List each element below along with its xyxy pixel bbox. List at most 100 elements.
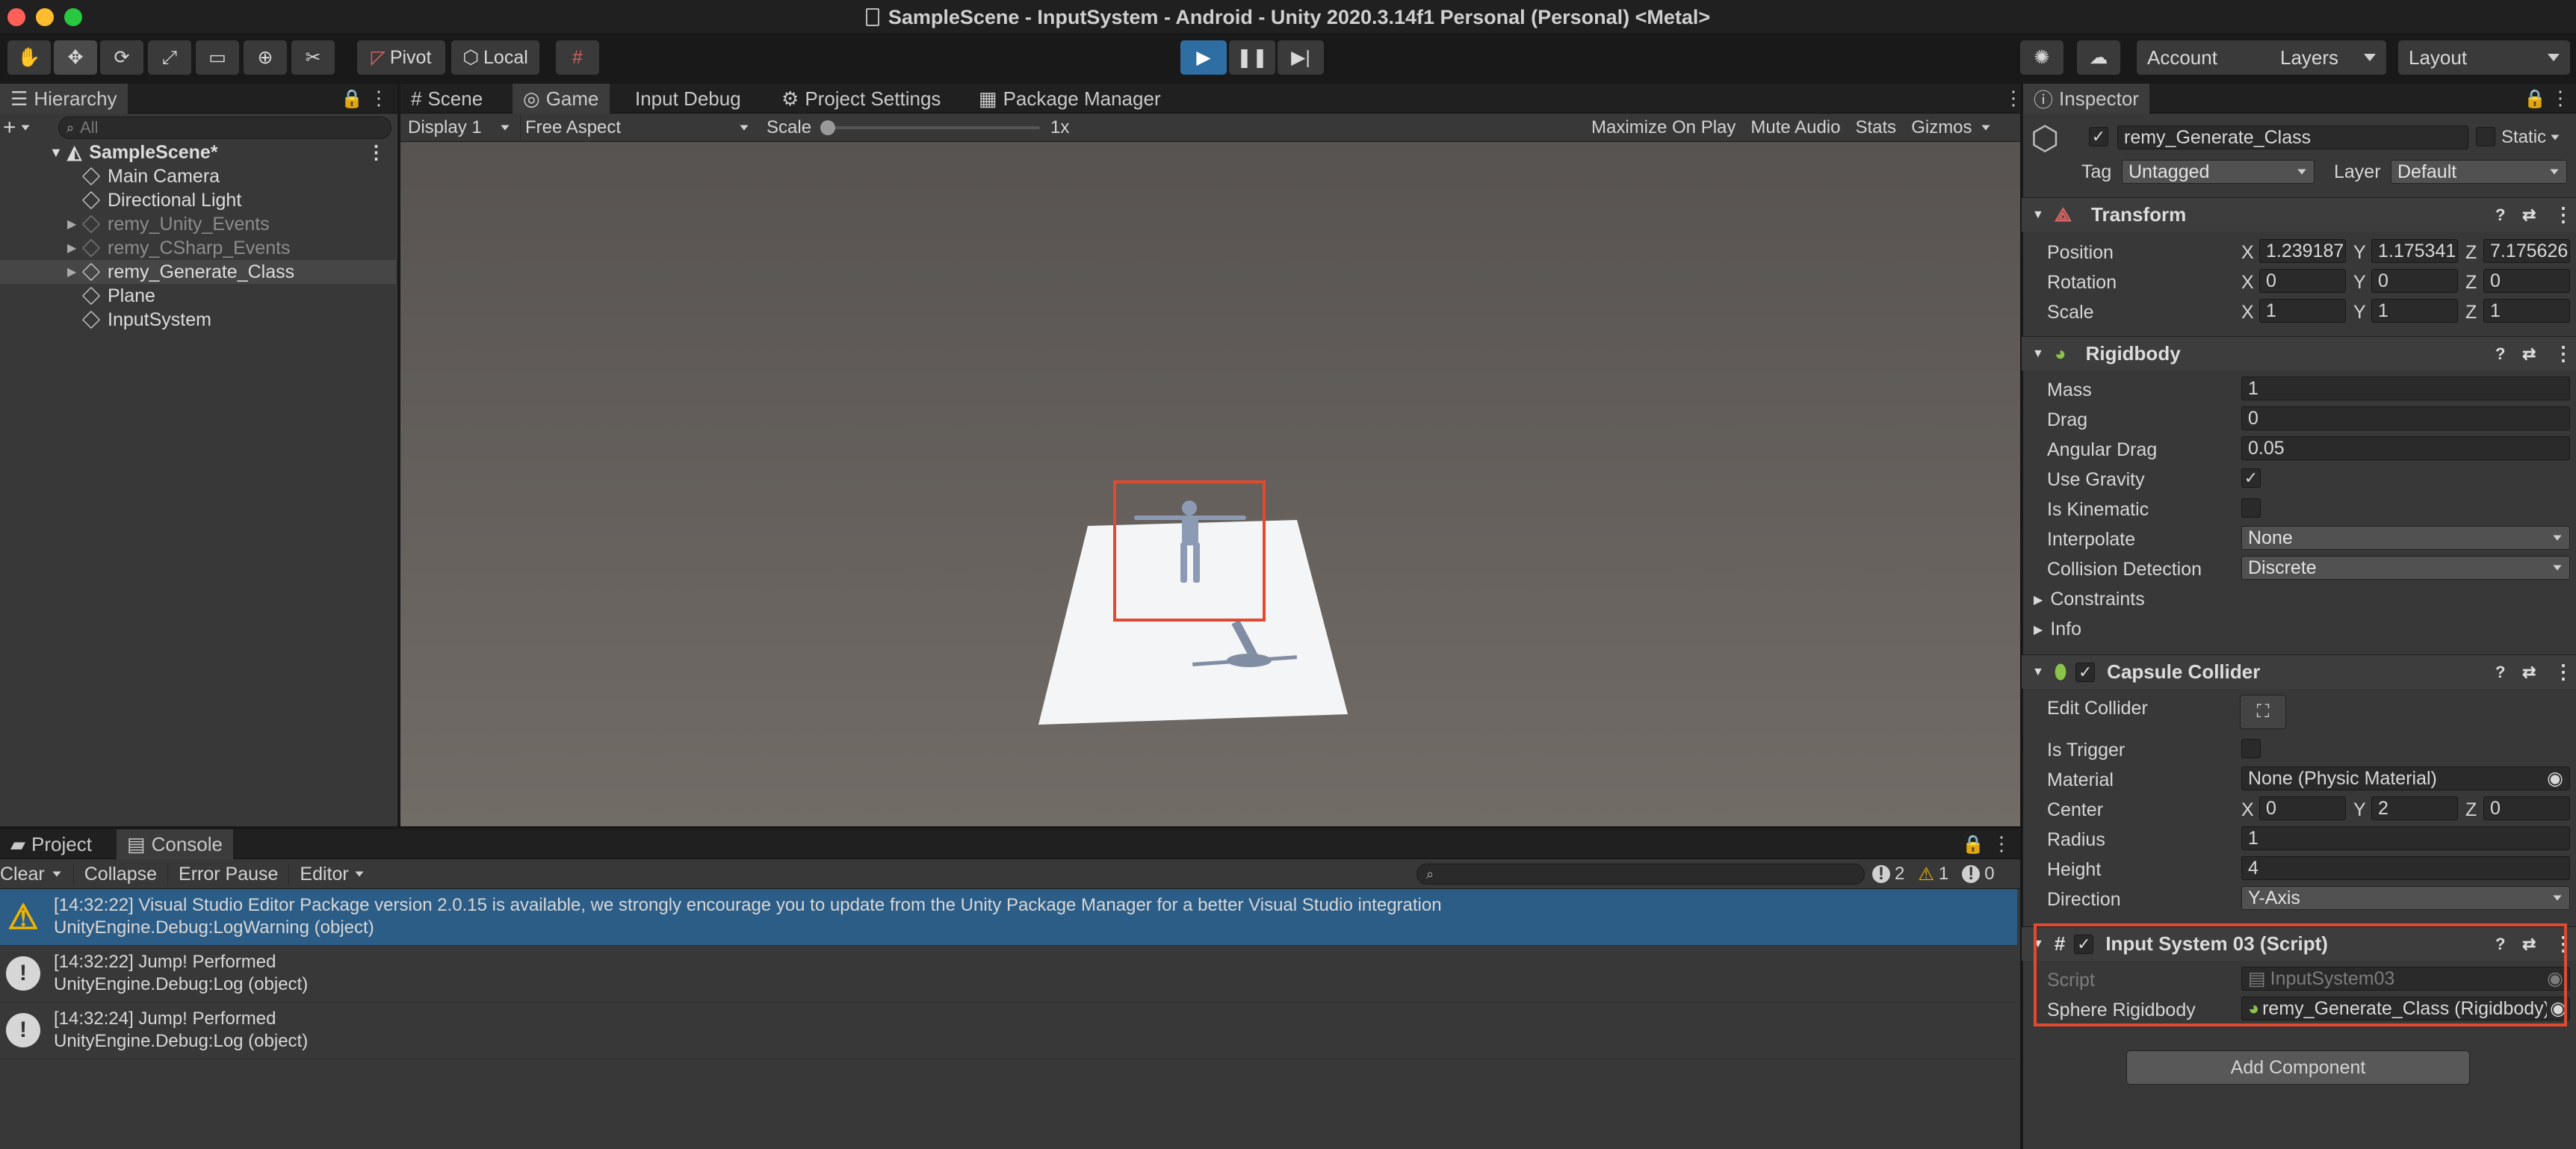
tab-project[interactable]: ▰ Project xyxy=(0,829,102,859)
static-checkbox[interactable] xyxy=(2476,127,2495,146)
scale-y-field[interactable]: 1 xyxy=(2371,299,2458,323)
rigidbody-header[interactable]: ▼ ◕ Rigidbody ? ⇄ ⋮ xyxy=(2022,336,2576,371)
chevron-down-icon[interactable] xyxy=(355,871,364,877)
transform-tool-button[interactable]: ⊕ xyxy=(244,40,287,75)
object-picker-icon[interactable]: ◉ xyxy=(2547,767,2563,790)
center-y-field[interactable]: 2 xyxy=(2371,796,2458,820)
help-icon[interactable]: ? xyxy=(2495,205,2505,225)
tab-package-manager[interactable]: ▦ Package Manager xyxy=(968,84,1171,114)
warning-count-toggle[interactable]: ⚠ 1 xyxy=(1918,864,1948,885)
presets-icon[interactable]: ⇄ xyxy=(2522,344,2536,364)
component-menu-icon[interactable]: ⋮ xyxy=(2554,203,2573,226)
scale-tool-button[interactable]: ⤢ xyxy=(148,40,191,75)
add-component-button[interactable]: Add Component xyxy=(2126,1050,2470,1085)
position-x-field[interactable]: 1.239187 xyxy=(2259,239,2346,263)
collab-button[interactable]: ✺ xyxy=(2020,40,2063,75)
cloud-button[interactable]: ☁ xyxy=(2077,40,2120,75)
pivot-toggle[interactable]: ◸ Pivot xyxy=(357,40,445,75)
collision-detection-dropdown[interactable]: Discrete xyxy=(2241,556,2570,580)
console-entry[interactable]: ! [14:32:22] Jump! Performed UnityEngine.D… xyxy=(0,946,2017,1003)
layers-dropdown[interactable]: Layers xyxy=(2270,40,2386,75)
move-tool-button[interactable]: ✥ xyxy=(54,40,97,75)
layout-dropdown[interactable]: Layout xyxy=(2398,40,2570,75)
error-pause-toggle[interactable]: Error Pause xyxy=(167,863,288,885)
chevron-down-icon[interactable] xyxy=(52,871,61,877)
maximize-on-play-toggle[interactable]: Maximize On Play xyxy=(1584,117,1743,138)
tab-project-settings[interactable]: ⚙ Project Settings xyxy=(771,84,951,114)
transform-header[interactable]: ▼ ⟁ Transform ? ⇄ ⋮ xyxy=(2022,197,2576,232)
edit-collider-button[interactable]: ⛶ xyxy=(2240,695,2286,729)
lock-icon[interactable]: 🔒 xyxy=(1962,834,1984,855)
scene-menu-icon[interactable]: ⋮ xyxy=(367,141,386,164)
console-entry[interactable]: ⚠ [14:32:22] Visual Studio Editor Package… xyxy=(0,889,2017,946)
log-count-toggle[interactable]: ! 2 xyxy=(1872,864,1904,885)
kebab-menu-icon[interactable]: ⋮ xyxy=(2551,87,2570,110)
scale-slider[interactable] xyxy=(820,120,1041,135)
direction-dropdown[interactable]: Y-Axis xyxy=(2241,886,2570,910)
help-icon[interactable]: ? xyxy=(2495,663,2505,682)
hierarchy-item[interactable]: Plane xyxy=(0,284,396,308)
interpolate-dropdown[interactable]: None xyxy=(2241,526,2570,550)
material-field[interactable]: None (Physic Material) ◉ xyxy=(2241,766,2570,790)
chevron-down-icon[interactable] xyxy=(1981,125,1990,131)
position-y-field[interactable]: 1.175341 xyxy=(2371,239,2458,263)
rect-tool-button[interactable]: ▭ xyxy=(196,40,239,75)
static-dropdown[interactable]: Static xyxy=(2501,126,2561,149)
mass-field[interactable]: 1 xyxy=(2241,377,2570,400)
capsule-collider-enabled-checkbox[interactable]: ✓ xyxy=(2075,662,2096,682)
hierarchy-item[interactable]: ▶ remy_Generate_Class xyxy=(0,260,396,284)
rotation-z-field[interactable]: 0 xyxy=(2483,269,2570,293)
console-search[interactable]: ⌕ xyxy=(1417,864,1865,885)
error-count-toggle[interactable]: ! 0 xyxy=(1962,864,1995,885)
height-field[interactable]: 4 xyxy=(2241,856,2570,880)
lock-icon[interactable]: 🔒 xyxy=(2524,88,2546,110)
gizmos-toggle[interactable]: Gizmos xyxy=(1904,117,1979,138)
stats-toggle[interactable]: Stats xyxy=(1848,117,1904,138)
drag-field[interactable]: 0 xyxy=(2241,406,2570,430)
angular-drag-field[interactable]: 0.05 xyxy=(2241,436,2570,460)
lock-icon[interactable]: 🔒 xyxy=(341,88,363,110)
kebab-menu-icon[interactable]: ⋮ xyxy=(369,87,388,110)
tab-inspector[interactable]: ⓘ Inspector xyxy=(2023,84,2149,114)
hierarchy-item[interactable]: ▶ remy_Unity_Events xyxy=(0,212,396,236)
rotation-y-field[interactable]: 0 xyxy=(2371,269,2458,293)
collapse-toggle[interactable]: Collapse xyxy=(72,863,167,885)
is-kinematic-checkbox[interactable] xyxy=(2241,498,2261,518)
rotate-tool-button[interactable]: ⟳ xyxy=(100,40,143,75)
local-toggle[interactable]: ⬡ Local xyxy=(451,40,539,75)
game-viewport[interactable] xyxy=(400,142,2020,826)
hierarchy-item[interactable]: Directional Light xyxy=(0,188,396,212)
tab-hierarchy[interactable]: ☰ Hierarchy xyxy=(0,84,128,114)
rotation-x-field[interactable]: 0 xyxy=(2259,269,2346,293)
tab-scene[interactable]: # Scene xyxy=(400,84,493,114)
hierarchy-item[interactable]: Main Camera xyxy=(0,164,396,188)
capsule-collider-header[interactable]: ▼ ⬮ ✓ Capsule Collider ? ⇄ ⋮ xyxy=(2022,654,2576,689)
tab-game[interactable]: ◎ Game xyxy=(513,84,610,114)
kebab-menu-icon[interactable]: ⋮ xyxy=(1992,832,2011,855)
expand-arrow-icon[interactable]: ▶ xyxy=(67,217,76,232)
display-dropdown[interactable]: Display 1 xyxy=(403,115,515,140)
help-icon[interactable]: ? xyxy=(2495,344,2505,364)
hierarchy-search[interactable]: ⌕ All xyxy=(58,117,391,139)
expand-arrow-icon[interactable]: ▶ xyxy=(67,264,76,279)
info-foldout[interactable]: ▶ Info xyxy=(2034,619,2081,640)
scale-x-field[interactable]: 1 xyxy=(2259,299,2346,323)
custom-tool-button[interactable]: ✂ xyxy=(291,40,335,75)
hand-tool-button[interactable]: ✋ xyxy=(7,40,51,75)
tab-console[interactable]: ▤ Console xyxy=(117,829,233,859)
use-gravity-checkbox[interactable]: ✓ xyxy=(2241,468,2261,488)
create-button[interactable]: + xyxy=(3,115,31,140)
play-button[interactable]: ▶ xyxy=(1180,40,1227,75)
aspect-dropdown[interactable]: Free Aspect xyxy=(520,115,755,140)
pause-button[interactable]: ❚❚ xyxy=(1229,40,1275,75)
hierarchy-item[interactable]: InputSystem xyxy=(0,308,396,332)
expand-arrow-icon[interactable]: ▶ xyxy=(67,241,76,255)
scale-slider-thumb[interactable] xyxy=(820,120,836,135)
position-z-field[interactable]: 7.175626 xyxy=(2483,239,2570,263)
layer-dropdown[interactable]: Default xyxy=(2391,160,2567,184)
radius-field[interactable]: 1 xyxy=(2241,826,2570,850)
tab-input-debug[interactable]: Input Debug xyxy=(625,84,752,114)
gameobject-name-field[interactable]: remy_Generate_Class xyxy=(2117,126,2468,149)
step-button[interactable]: ▶| xyxy=(1278,40,1324,75)
is-trigger-checkbox[interactable] xyxy=(2241,739,2261,758)
